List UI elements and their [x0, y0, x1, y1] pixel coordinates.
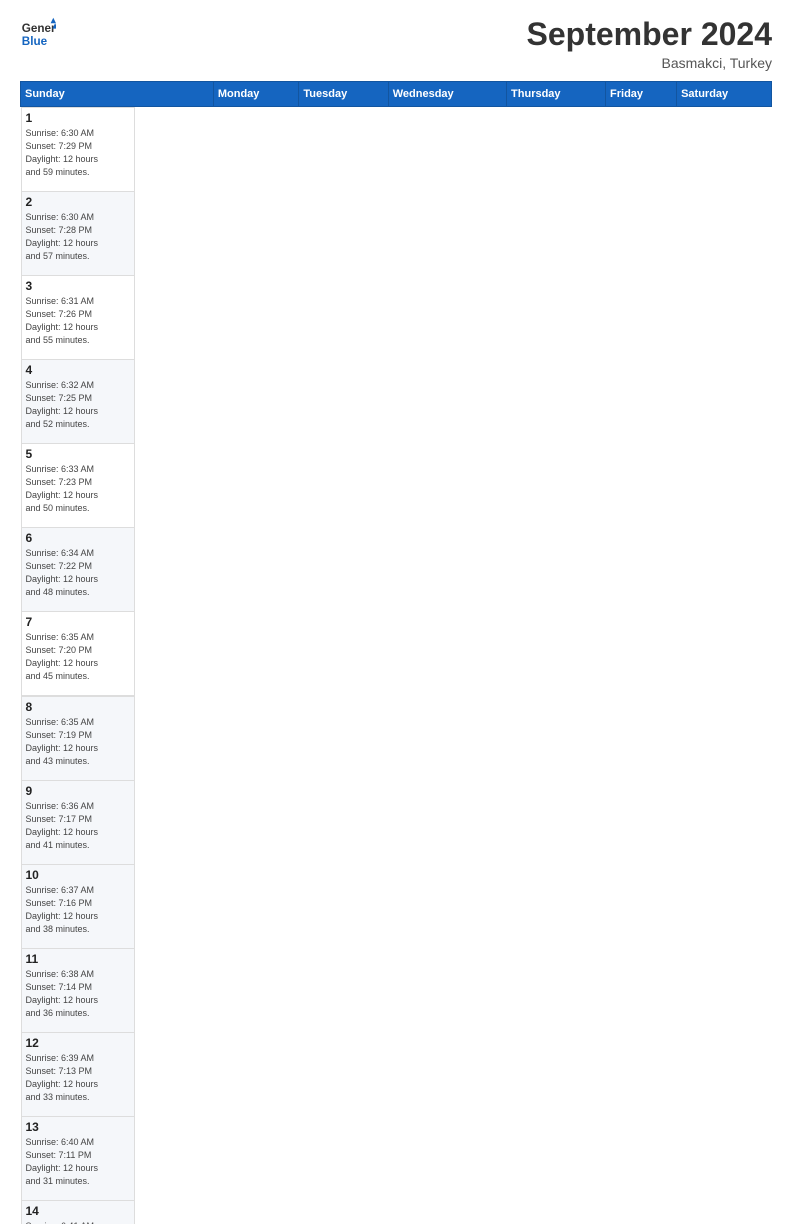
col-monday: Monday [213, 82, 299, 107]
calendar-table: Sunday Monday Tuesday Wednesday Thursday… [20, 81, 772, 1224]
logo: General Blue [20, 16, 56, 52]
col-friday: Friday [606, 82, 677, 107]
header: General Blue September 2024 Basmakci, Tu… [20, 16, 772, 71]
day-info: Sunrise: 6:34 AMSunset: 7:22 PMDaylight:… [26, 547, 130, 599]
day-info: Sunrise: 6:31 AMSunset: 7:26 PMDaylight:… [26, 295, 130, 347]
day-info: Sunrise: 6:35 AMSunset: 7:20 PMDaylight:… [26, 631, 130, 683]
day-cell: 3 Sunrise: 6:31 AMSunset: 7:26 PMDayligh… [21, 276, 134, 360]
day-number: 8 [26, 700, 130, 714]
col-sunday: Sunday [21, 82, 214, 107]
svg-text:General: General [22, 22, 56, 35]
day-number: 7 [26, 615, 130, 629]
day-number: 6 [26, 531, 130, 545]
title-block: September 2024 Basmakci, Turkey [527, 16, 772, 71]
day-number: 4 [26, 363, 130, 377]
day-cell: 8 Sunrise: 6:35 AMSunset: 7:19 PMDayligh… [21, 697, 134, 781]
day-cell: 13 Sunrise: 6:40 AMSunset: 7:11 PMDaylig… [21, 1117, 134, 1201]
svg-text:Blue: Blue [22, 35, 48, 48]
day-cell: 14 Sunrise: 6:41 AMSunset: 7:10 PMDaylig… [21, 1201, 134, 1224]
day-cell: 2 Sunrise: 6:30 AMSunset: 7:28 PMDayligh… [21, 192, 134, 276]
location: Basmakci, Turkey [527, 55, 772, 71]
day-number: 10 [26, 868, 130, 882]
day-info: Sunrise: 6:39 AMSunset: 7:13 PMDaylight:… [26, 1052, 130, 1104]
page: General Blue September 2024 Basmakci, Tu… [0, 0, 792, 1224]
day-number: 1 [26, 111, 130, 125]
col-thursday: Thursday [507, 82, 606, 107]
month-title: September 2024 [527, 16, 772, 53]
col-saturday: Saturday [677, 82, 772, 107]
day-number: 9 [26, 784, 130, 798]
day-cell: 1 Sunrise: 6:30 AMSunset: 7:29 PMDayligh… [21, 108, 134, 192]
header-row: Sunday Monday Tuesday Wednesday Thursday… [21, 82, 772, 107]
day-cell: 5 Sunrise: 6:33 AMSunset: 7:23 PMDayligh… [21, 444, 134, 528]
day-info: Sunrise: 6:37 AMSunset: 7:16 PMDaylight:… [26, 884, 130, 936]
day-number: 13 [26, 1120, 130, 1134]
day-cell: 11 Sunrise: 6:38 AMSunset: 7:14 PMDaylig… [21, 949, 134, 1033]
day-info: Sunrise: 6:36 AMSunset: 7:17 PMDaylight:… [26, 800, 130, 852]
day-info: Sunrise: 6:30 AMSunset: 7:29 PMDaylight:… [26, 127, 130, 179]
day-info: Sunrise: 6:35 AMSunset: 7:19 PMDaylight:… [26, 716, 130, 768]
col-tuesday: Tuesday [299, 82, 388, 107]
day-cell: 9 Sunrise: 6:36 AMSunset: 7:17 PMDayligh… [21, 781, 134, 865]
day-info: Sunrise: 6:30 AMSunset: 7:28 PMDaylight:… [26, 211, 130, 263]
col-wednesday: Wednesday [388, 82, 506, 107]
day-number: 3 [26, 279, 130, 293]
day-cell: 10 Sunrise: 6:37 AMSunset: 7:16 PMDaylig… [21, 865, 134, 949]
day-cell: 4 Sunrise: 6:32 AMSunset: 7:25 PMDayligh… [21, 360, 134, 444]
day-number: 11 [26, 952, 130, 966]
day-cell: 7 Sunrise: 6:35 AMSunset: 7:20 PMDayligh… [21, 612, 134, 696]
day-info: Sunrise: 6:40 AMSunset: 7:11 PMDaylight:… [26, 1136, 130, 1188]
day-cell: 6 Sunrise: 6:34 AMSunset: 7:22 PMDayligh… [21, 528, 134, 612]
day-cell: 12 Sunrise: 6:39 AMSunset: 7:13 PMDaylig… [21, 1033, 134, 1117]
day-info: Sunrise: 6:38 AMSunset: 7:14 PMDaylight:… [26, 968, 130, 1020]
day-number: 14 [26, 1204, 130, 1218]
day-number: 5 [26, 447, 130, 461]
day-number: 2 [26, 195, 130, 209]
calendar-week: 8 Sunrise: 6:35 AMSunset: 7:19 PMDayligh… [21, 696, 772, 1224]
logo-icon: General Blue [20, 16, 56, 52]
day-info: Sunrise: 6:41 AMSunset: 7:10 PMDaylight:… [26, 1220, 130, 1224]
day-number: 12 [26, 1036, 130, 1050]
calendar-week: 1 Sunrise: 6:30 AMSunset: 7:29 PMDayligh… [21, 107, 772, 697]
day-info: Sunrise: 6:32 AMSunset: 7:25 PMDaylight:… [26, 379, 130, 431]
day-info: Sunrise: 6:33 AMSunset: 7:23 PMDaylight:… [26, 463, 130, 515]
